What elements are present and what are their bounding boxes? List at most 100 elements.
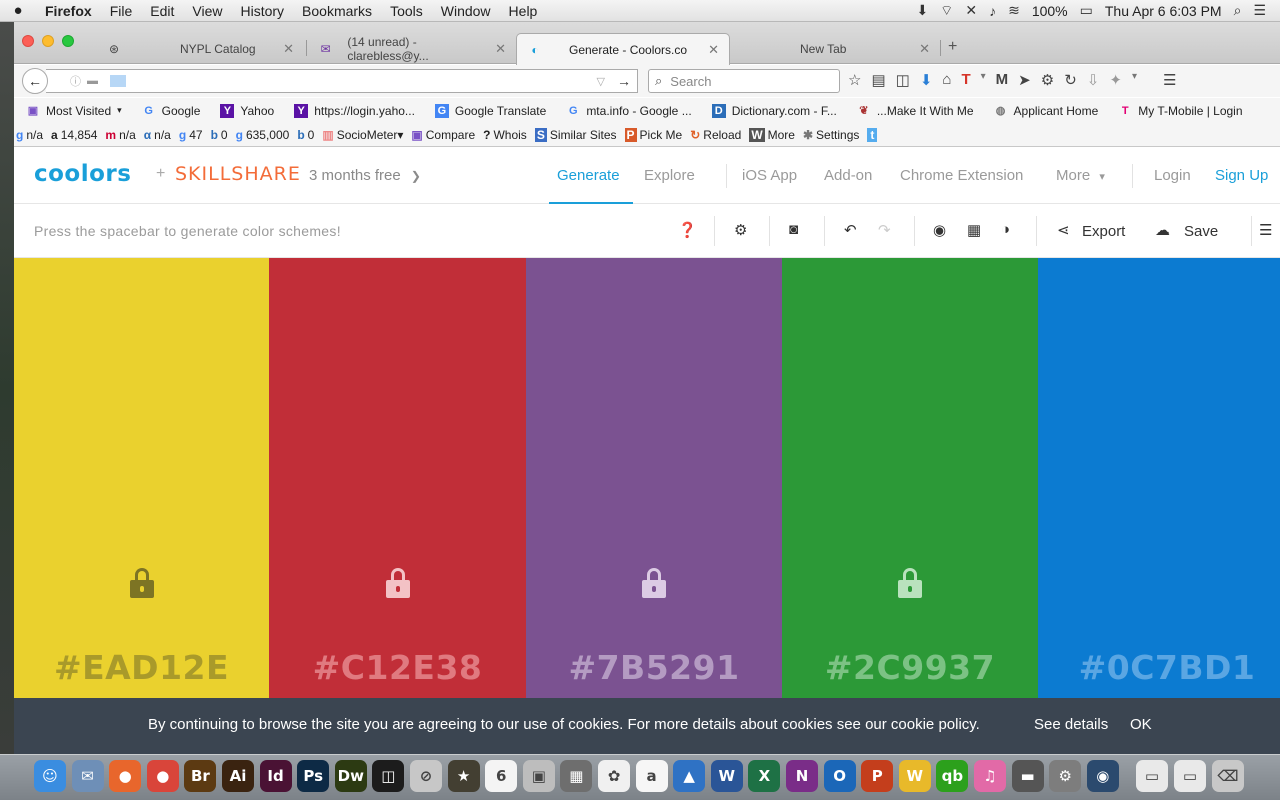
app-30-icon[interactable]: ▭ bbox=[1136, 760, 1168, 792]
color-swatch[interactable]: #EAD12E bbox=[14, 258, 269, 698]
seo-google-backlinks[interactable]: g 635,000 bbox=[236, 128, 290, 142]
save-button[interactable]: Save bbox=[1184, 223, 1218, 240]
airplay-icon[interactable]: ⌔ bbox=[940, 2, 953, 20]
bookmark-applicant-home[interactable]: ◍ Applicant Home bbox=[994, 104, 1099, 118]
settings-gear-icon[interactable]: ⚙ bbox=[734, 221, 747, 239]
close-tab-icon[interactable]: ✕ bbox=[919, 41, 930, 57]
itunes-icon[interactable]: ♫ bbox=[974, 760, 1006, 792]
help-icon[interactable]: ❓ bbox=[678, 221, 697, 239]
hex-code[interactable]: #7B5291 bbox=[526, 648, 782, 687]
bookmark-google-translate[interactable]: G Google Translate bbox=[434, 103, 546, 118]
nav-more[interactable]: More ▾ bbox=[1056, 167, 1105, 184]
app-29-icon[interactable]: ◉ bbox=[1086, 760, 1119, 792]
illustrator-icon[interactable]: Ai bbox=[222, 760, 254, 792]
firefox-icon[interactable]: ● bbox=[109, 760, 142, 792]
hex-code[interactable]: #EAD12E bbox=[14, 648, 269, 687]
seo-pick-me[interactable]: P Pick Me bbox=[624, 127, 682, 142]
lock-icon[interactable] bbox=[898, 568, 922, 598]
tab-coolors[interactable]: ◐ Generate - Coolors.co ✕ bbox=[516, 33, 730, 65]
nav-ios-app[interactable]: iOS App bbox=[742, 167, 797, 184]
seo-alpha[interactable]: α n/a bbox=[144, 128, 171, 142]
adjust-icon[interactable]: ◑ bbox=[1001, 221, 1010, 238]
apple-menu-icon[interactable]: ● bbox=[0, 2, 36, 19]
menu-window[interactable]: Window bbox=[432, 3, 500, 19]
menu-icon[interactable]: ☰ bbox=[1259, 221, 1272, 239]
app-18-icon[interactable]: ▲ bbox=[673, 760, 706, 792]
photos-icon[interactable]: ✿ bbox=[598, 760, 630, 792]
url-bar[interactable]: ⓘ ▬ ▽ → bbox=[46, 69, 638, 93]
redo-icon[interactable]: ↷ bbox=[878, 221, 891, 239]
bookmark-yahoo[interactable]: Y Yahoo bbox=[220, 103, 274, 118]
app-9-icon[interactable]: ◫ bbox=[372, 760, 405, 792]
nav-chrome-extension[interactable]: Chrome Extension bbox=[900, 167, 1023, 184]
bookmark-t-mobile[interactable]: T My T-Mobile | Login bbox=[1118, 104, 1243, 118]
menu-file[interactable]: File bbox=[101, 3, 142, 19]
lock-icon[interactable] bbox=[642, 568, 666, 598]
camera-icon[interactable]: ◙ bbox=[789, 221, 798, 238]
menu-edit[interactable]: Edit bbox=[141, 3, 183, 19]
back-button[interactable]: ← bbox=[22, 68, 48, 94]
addon-cursor-icon[interactable]: ➤ bbox=[1018, 71, 1031, 89]
reader-icon[interactable]: ▬ bbox=[87, 75, 98, 87]
color-swatch[interactable]: #7B5291 bbox=[526, 258, 782, 698]
lock-icon[interactable] bbox=[385, 568, 410, 598]
skillshare-logo[interactable]: SKILLSHARE bbox=[175, 163, 301, 185]
calculator-icon[interactable]: ▦ bbox=[560, 760, 593, 792]
hex-code[interactable]: #2C9937 bbox=[782, 648, 1038, 687]
login-link[interactable]: Login bbox=[1154, 167, 1191, 184]
amazon-icon[interactable]: a bbox=[635, 760, 668, 792]
coolors-logo[interactable]: coolors bbox=[34, 161, 131, 187]
addon-download-icon[interactable]: ⇩ bbox=[1087, 71, 1100, 89]
preview-icon[interactable]: ✉ bbox=[71, 760, 104, 792]
clock[interactable]: Thu Apr 6 6:03 PM bbox=[1105, 3, 1222, 19]
app-27-icon[interactable]: ▬ bbox=[1011, 760, 1044, 792]
seo-bing-backlinks[interactable]: b0 bbox=[297, 128, 314, 142]
photoshop-icon[interactable]: Ps bbox=[297, 760, 330, 792]
bookmark-dictionary[interactable]: D Dictionary.com - F... bbox=[711, 103, 837, 118]
eye-icon[interactable]: ◉ bbox=[933, 221, 946, 239]
addon-puzzle-icon[interactable]: ✦ bbox=[1109, 71, 1122, 89]
bookmark-star-icon[interactable]: ☆ bbox=[848, 71, 861, 89]
app-31-icon[interactable]: ▭ bbox=[1174, 760, 1206, 792]
quickbooks-icon[interactable]: qb bbox=[936, 760, 969, 792]
hamburger-menu-icon[interactable]: ☰ bbox=[1163, 71, 1176, 89]
reading-list-icon[interactable]: ▤ bbox=[871, 71, 885, 89]
bookmark-most-visited[interactable]: ▣ Most Visited ▾ bbox=[26, 104, 122, 118]
url-dropdown-icon[interactable]: ▽ bbox=[597, 75, 605, 88]
addon-t-icon[interactable]: T bbox=[961, 71, 970, 89]
tab-yahoo-mail[interactable]: ✉ (14 unread) - clarebless@y... ✕ bbox=[308, 34, 516, 64]
cookie-ok-button[interactable]: OK bbox=[1130, 716, 1152, 733]
new-tab-plus-icon[interactable]: + bbox=[948, 38, 957, 56]
close-tab-icon[interactable]: ✕ bbox=[708, 42, 719, 58]
go-arrow-icon[interactable]: → bbox=[617, 73, 631, 89]
see-details-link[interactable]: See details bbox=[1034, 716, 1108, 733]
finder-icon[interactable]: ☺ bbox=[34, 760, 66, 792]
skillshare-promo-link[interactable]: 3 months free ❯ bbox=[309, 167, 421, 184]
seo-settings[interactable]: ✱ Settings bbox=[803, 128, 859, 142]
url-text[interactable] bbox=[110, 75, 126, 87]
nav-add-on[interactable]: Add-on bbox=[824, 167, 872, 184]
seo-similar-sites[interactable]: S Similar Sites bbox=[534, 127, 617, 142]
minimize-window-button[interactable] bbox=[42, 35, 54, 47]
outlook-icon[interactable]: O bbox=[823, 760, 856, 792]
seo-whois[interactable]: ? Whois bbox=[483, 128, 527, 142]
excel-icon[interactable]: X bbox=[748, 760, 781, 792]
menu-view[interactable]: View bbox=[183, 3, 231, 19]
hex-code[interactable]: #0C7BD1 bbox=[1038, 648, 1280, 687]
lock-icon[interactable] bbox=[129, 568, 154, 598]
dvd-player-icon[interactable]: ▣ bbox=[522, 760, 555, 792]
downloads-icon[interactable]: ⬇ bbox=[920, 71, 933, 89]
share-icon[interactable]: ⋖ bbox=[1057, 221, 1070, 239]
tab-nypl-catalog[interactable]: ⊛ NYPL Catalog ✕ bbox=[96, 34, 304, 64]
addon-sync-icon[interactable]: ↻ bbox=[1064, 71, 1077, 89]
spotlight-icon[interactable]: ⌕ bbox=[1234, 2, 1242, 19]
addon-dropdown-icon[interactable]: ▾ bbox=[981, 71, 986, 89]
site-info-icon[interactable]: ⓘ bbox=[70, 73, 81, 89]
nav-explore[interactable]: Explore bbox=[644, 167, 695, 184]
grid-view-icon[interactable]: ▦ bbox=[967, 221, 981, 239]
seo-more[interactable]: W More bbox=[749, 127, 795, 142]
seo-sociometer[interactable]: ▥ SocioMeter▾ bbox=[322, 128, 403, 142]
pocket-icon[interactable]: ◫ bbox=[896, 71, 910, 89]
nav-generate[interactable]: Generate bbox=[557, 167, 620, 184]
export-button[interactable]: Export bbox=[1082, 223, 1125, 240]
